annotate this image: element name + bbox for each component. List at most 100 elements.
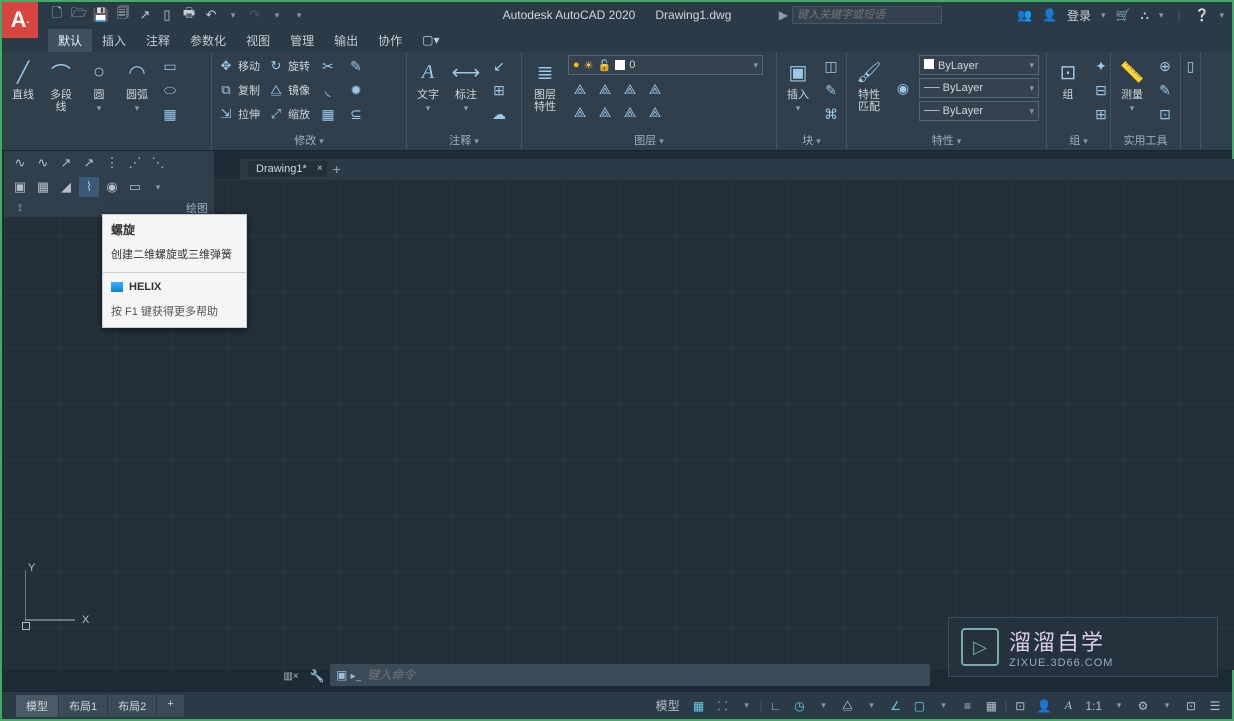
menu-featured[interactable]: ▢▾ bbox=[412, 30, 449, 50]
color-select[interactable]: ByLayer▾ bbox=[919, 55, 1039, 75]
menu-view[interactable]: 视图 bbox=[236, 29, 280, 52]
panel-props-title[interactable]: 特性 ▾ bbox=[851, 130, 1042, 150]
xline-icon[interactable]: ↗ bbox=[56, 153, 76, 173]
block-attr-icon[interactable]: ⌘ bbox=[819, 103, 843, 125]
menu-parametric[interactable]: 参数化 bbox=[180, 29, 236, 52]
menu-manage[interactable]: 管理 bbox=[280, 29, 324, 52]
cloud-icon[interactable]: ☁ bbox=[487, 103, 511, 125]
move-button[interactable]: ✥移动 bbox=[216, 55, 262, 77]
scale-label[interactable]: 1:1 bbox=[1081, 696, 1106, 716]
arc-button[interactable]: ◠圆弧▾ bbox=[120, 55, 154, 125]
panel-modify-title[interactable]: 修改 ▾ bbox=[216, 130, 402, 150]
a360-icon[interactable]: ⛬ bbox=[1140, 8, 1148, 23]
status-model[interactable]: 模型 bbox=[650, 696, 686, 716]
panel-util-title[interactable]: 实用工具 bbox=[1115, 130, 1176, 150]
rotate-button[interactable]: ↻旋转 bbox=[266, 55, 312, 77]
login-link[interactable]: 登录 bbox=[1067, 7, 1091, 24]
measure2-icon[interactable]: ⋱ bbox=[148, 153, 168, 173]
layer-btn-6[interactable]: ⟁ bbox=[593, 101, 617, 123]
cmdline-close-icon[interactable]: ▥× bbox=[280, 666, 302, 686]
qat-more-icon[interactable]: ▾ bbox=[290, 6, 308, 24]
custom-icon[interactable]: ☰ bbox=[1204, 696, 1226, 716]
group-button[interactable]: ⊡组 bbox=[1051, 55, 1085, 125]
tab-layout2[interactable]: 布局2 bbox=[108, 695, 156, 717]
3dpoly-icon[interactable]: ◢ bbox=[56, 177, 76, 197]
tab-add[interactable]: + bbox=[157, 695, 183, 717]
scale-button[interactable]: ⤢缩放 bbox=[266, 103, 312, 125]
fillet-icon[interactable]: ◟ bbox=[316, 79, 340, 101]
lwt-icon[interactable]: ≡ bbox=[956, 696, 978, 716]
group-btn3[interactable]: ⊞ bbox=[1089, 103, 1113, 125]
linetype-select[interactable]: ── ByLayer▾ bbox=[919, 101, 1039, 121]
help-icon[interactable]: ❔ bbox=[1195, 8, 1210, 22]
close-icon[interactable]: × bbox=[317, 163, 323, 174]
web-save-icon[interactable]: ↗ bbox=[136, 6, 154, 24]
ellipse-icon[interactable]: ⬭ bbox=[158, 79, 182, 101]
command-line[interactable]: ▣ ▸_ bbox=[330, 664, 930, 686]
mobile-icon[interactable]: ▯ bbox=[158, 6, 176, 24]
color-wheel-icon[interactable]: ◉ bbox=[891, 55, 915, 121]
insert-button[interactable]: ▣插入▾ bbox=[781, 55, 815, 125]
command-input[interactable] bbox=[367, 668, 924, 682]
wipeout-icon[interactable]: ▦ bbox=[33, 177, 53, 197]
login-dropdown-icon[interactable]: ▾ bbox=[1101, 10, 1106, 21]
measure-button[interactable]: 📏测量▾ bbox=[1115, 55, 1149, 125]
more-icon[interactable]: ▯ bbox=[1185, 55, 1196, 77]
panel-annot-title[interactable]: 注释 ▾ bbox=[411, 130, 517, 150]
ray-icon[interactable]: ↗ bbox=[79, 153, 99, 173]
match-props-button[interactable]: 🖌特性 匹配 bbox=[851, 55, 887, 121]
ann-icon[interactable]: A bbox=[1057, 696, 1079, 716]
redo-icon[interactable]: ↷ bbox=[246, 6, 264, 24]
app-logo[interactable]: A. bbox=[2, 2, 38, 38]
layer-btn-1[interactable]: ⟁ bbox=[568, 78, 592, 100]
pin-icon[interactable]: ⟟ bbox=[10, 198, 30, 218]
leader-icon[interactable]: ↙ bbox=[487, 55, 511, 77]
file-tab[interactable]: Drawing1* × bbox=[248, 161, 327, 177]
divide-icon[interactable]: ⋰ bbox=[125, 153, 145, 173]
util-btn1[interactable]: ⊕ bbox=[1153, 55, 1177, 77]
open-icon[interactable]: 🗁 bbox=[70, 6, 88, 24]
help-dropdown-icon[interactable]: ▾ bbox=[1219, 10, 1224, 21]
undo-dropdown-icon[interactable]: ▾ bbox=[224, 6, 242, 24]
gear-icon[interactable]: ⚙ bbox=[1132, 696, 1154, 716]
save-icon[interactable]: 💾 bbox=[92, 6, 110, 24]
panel-layer-title[interactable]: 图层 ▾ bbox=[526, 130, 772, 150]
menu-default[interactable]: 默认 bbox=[48, 29, 92, 52]
account-icon[interactable]: 👥 bbox=[1017, 8, 1032, 22]
layer-btn-8[interactable]: ⟁ bbox=[643, 101, 667, 123]
layer-btn-3[interactable]: ⟁ bbox=[618, 78, 642, 100]
offset-icon[interactable]: ⊆ bbox=[344, 103, 368, 125]
otrack-icon[interactable]: ∠ bbox=[884, 696, 906, 716]
new-icon[interactable]: 🗋 bbox=[48, 6, 66, 24]
menu-annotate[interactable]: 注释 bbox=[136, 29, 180, 52]
layer-btn-4[interactable]: ⟁ bbox=[643, 78, 667, 100]
transp-icon[interactable]: ▦ bbox=[980, 696, 1002, 716]
hatch-icon[interactable]: ▦ bbox=[158, 103, 182, 125]
user-icon[interactable]: 👤 bbox=[1042, 8, 1057, 22]
layer-btn-2[interactable]: ⟁ bbox=[593, 78, 617, 100]
menu-collab[interactable]: 协作 bbox=[368, 29, 412, 52]
mirror-button[interactable]: ⧋镜像 bbox=[266, 79, 312, 101]
revcloud-icon[interactable]: ▭ bbox=[125, 177, 145, 197]
explode-icon[interactable]: ✹ bbox=[344, 79, 368, 101]
cart-icon[interactable]: 🛒 bbox=[1116, 8, 1131, 22]
rect-icon[interactable]: ▭ bbox=[158, 55, 182, 77]
ortho-icon[interactable]: ∟ bbox=[764, 696, 786, 716]
table-icon[interactable]: ⊞ bbox=[487, 79, 511, 101]
util-btn3[interactable]: ⊡ bbox=[1153, 103, 1177, 125]
cmdline-config-icon[interactable]: 🔧 bbox=[306, 666, 328, 686]
circle-button[interactable]: ○圆▾ bbox=[82, 55, 116, 125]
a360-dropdown-icon[interactable]: ▾ bbox=[1159, 10, 1164, 21]
snap-icon[interactable]: ⸬ bbox=[712, 696, 734, 716]
more2-icon[interactable]: ▾ bbox=[148, 177, 168, 197]
menu-output[interactable]: 输出 bbox=[324, 29, 368, 52]
group-btn2[interactable]: ⊟ bbox=[1089, 79, 1113, 101]
lineweight-select[interactable]: ── ByLayer▾ bbox=[919, 78, 1039, 98]
panel-draw-title[interactable] bbox=[6, 146, 207, 150]
line-button[interactable]: ╱直线 bbox=[6, 55, 40, 125]
undo-icon[interactable]: ↶ bbox=[202, 6, 220, 24]
polyline-button[interactable]: ⌒多段线 bbox=[44, 55, 78, 125]
point-icon[interactable]: ⋮ bbox=[102, 153, 122, 173]
panel-block-title[interactable]: 块 ▾ bbox=[781, 130, 842, 150]
layer-btn-5[interactable]: ⟁ bbox=[568, 101, 592, 123]
